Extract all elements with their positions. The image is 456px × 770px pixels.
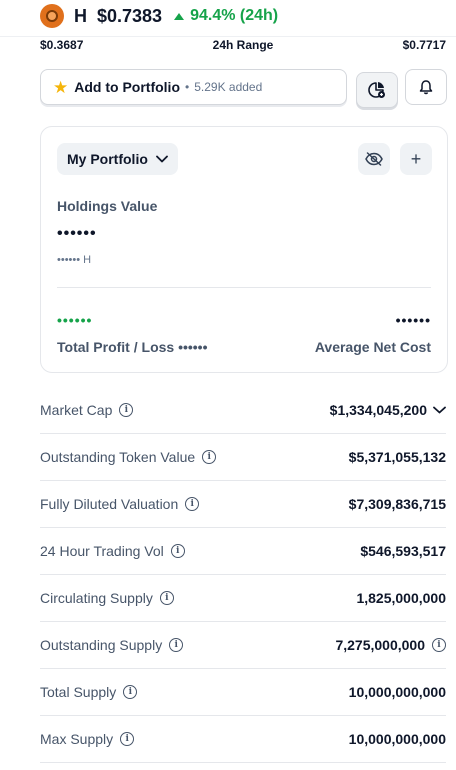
- caret-up-icon: [174, 12, 185, 20]
- stat-row-outstanding-supply: Outstanding Supply i 7,275,000,000 i: [40, 622, 446, 669]
- plus-icon: +: [410, 148, 422, 169]
- coin-price: $0.7383: [97, 5, 163, 26]
- stat-value: 7,275,000,000: [335, 637, 425, 653]
- star-icon: ★: [53, 77, 69, 97]
- pie-chart-icon: [368, 82, 385, 98]
- stat-value: $5,371,055,132: [348, 449, 446, 465]
- info-icon[interactable]: i: [123, 685, 138, 699]
- add-to-portfolio-button[interactable]: ★ Add to Portfolio • 5.29K added: [40, 69, 347, 105]
- coin-ticker: H: [74, 5, 87, 26]
- stat-row-market-cap: Market Cap i $1,334,045,200: [40, 387, 446, 434]
- eye-slash-icon: [365, 152, 383, 166]
- add-transaction-button[interactable]: +: [400, 143, 432, 175]
- stat-row-total-supply: Total Supply i 10,000,000,000: [40, 669, 446, 716]
- stat-row-fully-diluted-valuation: Fully Diluted Valuation i $7,309,836,715: [40, 481, 446, 528]
- info-icon[interactable]: i: [185, 497, 200, 511]
- price-change-value: 94.4% (24h): [190, 7, 279, 24]
- profit-loss-value: ••••••: [57, 312, 93, 328]
- stat-label: Outstanding Supply: [40, 637, 163, 653]
- holdings-value: ••••••: [57, 225, 97, 242]
- add-to-portfolio-label: Add to Portfolio: [74, 79, 181, 95]
- stat-label: 24 Hour Trading Vol: [40, 543, 164, 559]
- holdings-value-label: Holdings Value: [57, 198, 158, 214]
- hide-values-button[interactable]: [358, 143, 390, 175]
- bell-icon: [419, 80, 433, 95]
- profit-loss-label: Total Profit / Loss ••••••: [57, 339, 208, 355]
- portfolio-card: My Portfolio + Holdings Value •••••• •••…: [40, 126, 448, 373]
- info-icon[interactable]: i: [120, 732, 135, 746]
- price-range: $0.3687 24h Range $0.7717: [40, 38, 446, 52]
- stat-value: $7,309,836,715: [348, 496, 446, 512]
- stat-row-24h-trading-vol: 24 Hour Trading Vol i $546,593,517: [40, 528, 446, 575]
- holdings-amount: •••••• H: [57, 254, 92, 266]
- info-icon[interactable]: i: [170, 544, 185, 558]
- stat-value: $546,593,517: [360, 543, 446, 559]
- portfolio-count: 5.29K added: [194, 80, 263, 94]
- range-low: $0.3687: [40, 38, 84, 52]
- chevron-down-icon[interactable]: [433, 406, 446, 414]
- coin-header: H $0.7383 94.4% (24h): [0, 0, 456, 32]
- stat-label: Outstanding Token Value: [40, 449, 196, 465]
- portfolio-chart-button[interactable]: [356, 72, 398, 108]
- average-net-cost-label: Average Net Cost: [314, 339, 431, 355]
- stat-label: Total Supply: [40, 684, 117, 700]
- divider: [0, 36, 456, 37]
- stat-label: Circulating Supply: [40, 590, 153, 606]
- stat-label: Fully Diluted Valuation: [40, 496, 179, 512]
- average-net-cost-value: ••••••: [395, 312, 431, 328]
- range-label: 24h Range: [212, 38, 274, 52]
- stat-value: 10,000,000,000: [348, 684, 446, 700]
- info-icon[interactable]: i: [432, 638, 446, 652]
- info-icon[interactable]: i: [159, 591, 174, 605]
- stat-row-circulating-supply: Circulating Supply i 1,825,000,000: [40, 575, 446, 622]
- price-change: 94.4% (24h): [174, 7, 278, 25]
- stat-value: 1,825,000,000: [356, 590, 446, 606]
- portfolio-dropdown-label: My Portfolio: [67, 151, 148, 167]
- stat-label: Market Cap: [40, 402, 113, 418]
- info-icon[interactable]: i: [169, 638, 184, 652]
- price-alert-button[interactable]: [405, 69, 447, 105]
- divider: [57, 287, 431, 288]
- market-stats: Market Cap i $1,334,045,200 Outstanding T…: [40, 387, 446, 763]
- portfolio-dropdown[interactable]: My Portfolio: [57, 143, 178, 175]
- stat-label: Max Supply: [40, 731, 114, 747]
- range-high: $0.7717: [402, 38, 446, 52]
- stat-value: $1,334,045,200: [329, 402, 427, 418]
- info-icon[interactable]: i: [202, 450, 217, 464]
- info-icon[interactable]: i: [119, 403, 134, 417]
- coin-logo-icon: [40, 4, 64, 28]
- stat-value: 10,000,000,000: [348, 731, 446, 747]
- chevron-down-icon: [155, 155, 168, 163]
- separator-dot: •: [185, 80, 190, 94]
- stat-row-max-supply: Max Supply i 10,000,000,000: [40, 716, 446, 763]
- stat-row-outstanding-token-value: Outstanding Token Value i $5,371,055,132: [40, 434, 446, 481]
